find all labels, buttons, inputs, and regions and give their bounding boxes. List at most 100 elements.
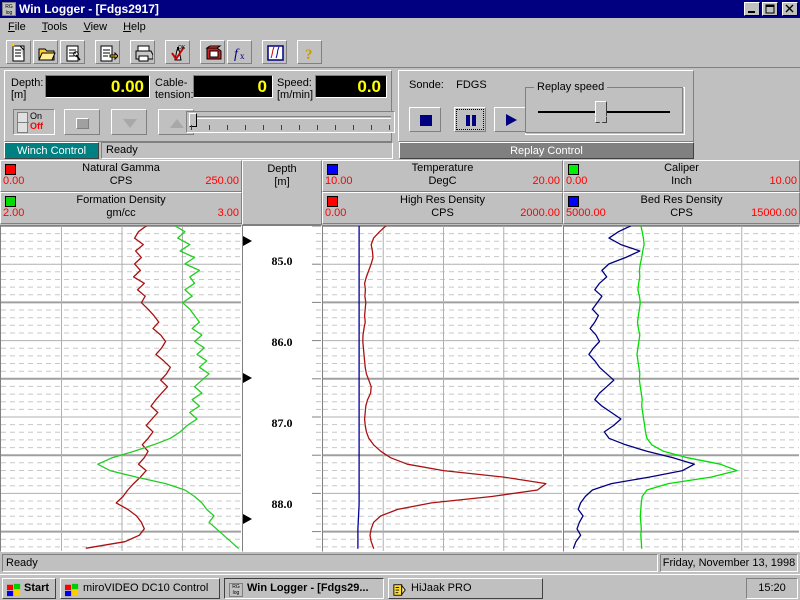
tab-replay-control[interactable]: Replay Control [399,142,694,159]
database-button[interactable] [200,40,225,64]
curve-min: 10.00 [325,175,353,187]
curve-min: 2.00 [3,207,24,219]
start-button[interactable]: Start [2,578,56,599]
menu-tools[interactable]: Tools [34,19,76,35]
curve-header-natural-gamma[interactable]: Natural Gamma CPS 0.00 250.00 [0,160,242,192]
toggle-switch-icon [17,112,28,133]
curve-min: 0.00 [566,175,587,187]
pause-bars-icon [465,115,477,126]
windows-flag-icon [7,583,21,597]
replay-stop-button[interactable] [409,107,441,132]
speed-label: Speed: [m/min] [277,77,313,101]
title-bar: RGlog Win Logger - [Fdgs2917] [0,0,800,18]
curve-name: High Res Density [323,194,562,206]
sonde-label: Sonde: FDGS [409,79,487,91]
track-2-plot[interactable] [322,225,563,552]
control-tab-row: Winch Control Ready Replay Control [0,142,800,160]
rglog-icon: RGlog [2,2,16,16]
menu-help[interactable]: Help [115,19,154,35]
win-logger-window: RGlog Win Logger - [Fdgs2917] FFileile T… [0,0,800,600]
curve-unit: gm/cc [1,207,241,219]
curve-max: 15000.00 [751,207,797,219]
depth-tick-label: 86.0 [243,335,321,350]
open-folder-button[interactable] [33,40,58,64]
taskbar-item-label: miroVIDEO DC10 Control [83,582,208,594]
calibration-check-button[interactable]: OK [165,40,190,64]
depth-scale: 85.086.087.088.0 [242,225,322,552]
replay-play-button[interactable] [494,107,526,132]
tab-winch-control[interactable]: Winch Control [4,142,99,159]
power-on-label: On [30,111,42,121]
depth-header-unit: [m] [243,176,321,188]
taskbar-item-win-logger[interactable]: RGlog Win Logger - [Fdgs29... [224,578,384,599]
winch-speed-slider[interactable] [186,111,395,133]
replay-panel: Sonde: FDGS Replay speed [398,70,694,142]
svg-text:x: x [240,51,245,61]
start-label: Start [24,582,49,594]
close-button[interactable] [782,2,798,16]
log-display: Natural Gamma CPS 0.00 250.00 Formation … [0,160,800,552]
winch-status-field: Ready [101,142,393,159]
taskbar-item-label: Win Logger - [Fdgs29... [247,582,369,594]
curve-header-temperature[interactable]: Temperature DegC 10.00 20.00 [322,160,563,192]
curve-name: Natural Gamma [1,162,241,174]
curve-min: 0.00 [3,175,24,187]
winch-power-switch[interactable]: On Off [13,109,55,135]
winch-stop-button[interactable] [64,109,100,135]
curve-header-bed-res-density[interactable]: Bed Res Density CPS 5000.00 15000.00 [563,192,800,224]
winch-down-button[interactable] [111,109,147,135]
replay-pause-button[interactable] [454,107,486,132]
minimize-button[interactable] [744,2,760,16]
sonde-value: FDGS [456,79,487,91]
curve-min: 5000.00 [566,207,606,219]
triangle-down-icon [123,119,137,128]
mirovideo-icon [65,583,79,597]
menu-file[interactable]: FFileile [0,19,34,35]
toolbar: OK fx ? [0,37,800,68]
track-3-plot[interactable] [563,225,800,552]
status-bar: Ready Friday, November 13, 1998 [0,552,800,574]
curve-header-formation-density[interactable]: Formation Density gm/cc 2.00 3.00 [0,192,242,224]
curve-name: Formation Density [1,194,241,206]
replay-speed-thumb[interactable] [595,101,607,123]
document-properties-button[interactable] [60,40,85,64]
taskbar: Start miroVIDEO DC10 Control RGlog Win L… [0,574,800,600]
replay-speed-group: Replay speed [525,87,685,135]
taskbar-item-mirovideo[interactable]: miroVIDEO DC10 Control [60,578,220,599]
restore-button[interactable] [762,2,778,16]
window-controls [744,2,798,16]
curve-header-caliper[interactable]: Caliper Inch 0.00 10.00 [563,160,800,192]
track-3-header: Caliper Inch 0.00 10.00 Bed Res Density … [563,160,800,225]
stop-square-icon [420,115,432,126]
depth-readout: 0.00 [45,75,150,98]
new-document-button[interactable] [6,40,31,64]
curve-max: 20.00 [532,175,560,187]
window-title: Win Logger - [Fdgs2917] [19,2,744,16]
curve-max: 250.00 [205,175,239,187]
svg-text:OK: OK [178,45,186,51]
curve-header-high-res-density[interactable]: High Res Density CPS 0.00 2000.00 [322,192,563,224]
taskbar-item-hijaak[interactable]: HiJaak PRO [388,578,543,599]
status-message: Ready [2,554,658,572]
curve-max: 10.00 [769,175,797,187]
depth-tick-label: 87.0 [243,416,321,431]
depth-tick-label: 88.0 [243,497,321,512]
export-document-button[interactable] [95,40,120,64]
curve-name: Temperature [323,162,562,174]
system-clock[interactable]: 15:20 [746,578,798,599]
print-button[interactable] [130,40,155,64]
power-off-label: Off [30,121,43,131]
svg-text:?: ? [305,47,313,63]
cable-tension-readout: 0 [193,75,273,98]
curve-max: 2000.00 [520,207,560,219]
function-button[interactable]: fx [227,40,252,64]
help-button[interactable]: ? [297,40,322,64]
depth-header-name: Depth [243,163,321,175]
curve-max: 3.00 [218,207,239,219]
track-1-plot[interactable] [0,225,242,552]
menu-view[interactable]: View [75,19,115,35]
cable-tension-label: Cable- tension: [155,77,194,101]
plot-view-button[interactable] [262,40,287,64]
curve-unit: DegC [323,175,562,187]
slider-rail [191,116,391,119]
